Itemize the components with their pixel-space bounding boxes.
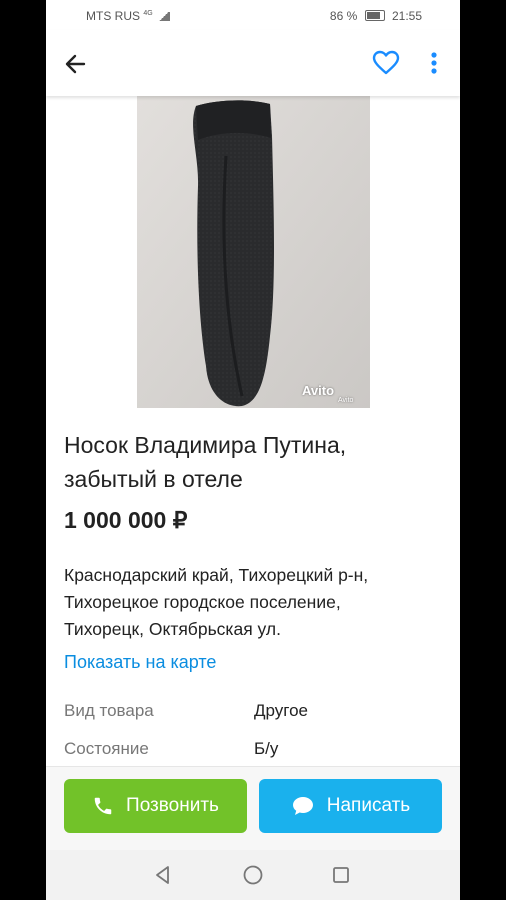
status-right: 86 % 21:55 xyxy=(330,9,422,23)
chat-bubble-icon xyxy=(292,797,313,815)
carrier-name: MTS RUS xyxy=(86,9,140,23)
listing-photo[interactable]: Avito Avito xyxy=(46,96,460,408)
top-toolbar xyxy=(46,30,460,96)
more-vertical-icon xyxy=(431,52,437,74)
signal-icon xyxy=(158,12,171,21)
show-on-map-link[interactable]: Показать на карте xyxy=(64,652,216,673)
nav-home-button[interactable] xyxy=(242,864,264,886)
phone-icon xyxy=(94,797,112,815)
system-navbar xyxy=(46,850,460,900)
listing-title: Носок Владимира Путина, забытый в отеле xyxy=(64,432,347,492)
more-options-button[interactable] xyxy=(424,50,444,76)
address-line: Тихорецкое городское поселение, xyxy=(64,592,341,612)
nav-back-button[interactable] xyxy=(152,864,174,886)
battery-percent: 86 % xyxy=(329,9,358,23)
arrow-left-icon xyxy=(65,54,86,74)
favorite-button[interactable] xyxy=(372,50,400,76)
battery-icon xyxy=(364,10,385,21)
message-button[interactable]: Написать xyxy=(259,779,442,833)
address-line: Тихорецк, Октябрьская ул. xyxy=(64,619,281,639)
heart-icon xyxy=(372,50,400,75)
spec-value: Б/у xyxy=(254,739,279,758)
spec-value: Другое xyxy=(254,701,309,720)
listing-price: 1 000 000 ₽ xyxy=(64,507,188,533)
watermark-subtext: Avito xyxy=(338,397,354,404)
call-label: Позвонить xyxy=(126,795,219,816)
phone-screen: MTS RUS 4G 86 % 21:55 Avito Avito Носок … xyxy=(46,0,460,900)
action-bar: Позвонить Написать xyxy=(46,766,460,851)
call-button[interactable]: Позвонить xyxy=(64,779,247,833)
back-button[interactable] xyxy=(62,50,90,78)
status-bar: MTS RUS 4G 86 % 21:55 xyxy=(46,0,460,30)
avito-watermark: Avito Avito xyxy=(302,383,353,404)
spec-key: Состояние xyxy=(64,739,149,758)
network-type: 4G xyxy=(143,10,153,17)
message-label: Написать xyxy=(326,795,411,816)
watermark-text: Avito xyxy=(302,383,335,398)
spec-key: Вид товара xyxy=(64,701,154,720)
nav-recents-button[interactable] xyxy=(330,864,352,886)
square-recents-icon xyxy=(333,867,349,883)
address-line: Краснодарский край, Тихорецкий р-н, xyxy=(64,565,369,585)
carrier: MTS RUS 4G xyxy=(86,9,171,23)
clock: 21:55 xyxy=(391,9,422,23)
sock-image xyxy=(137,96,370,408)
triangle-back-icon xyxy=(156,866,169,884)
circle-home-icon xyxy=(243,865,263,885)
listing-address: Краснодарский край, Тихорецкий р-н, Тихо… xyxy=(64,562,454,643)
